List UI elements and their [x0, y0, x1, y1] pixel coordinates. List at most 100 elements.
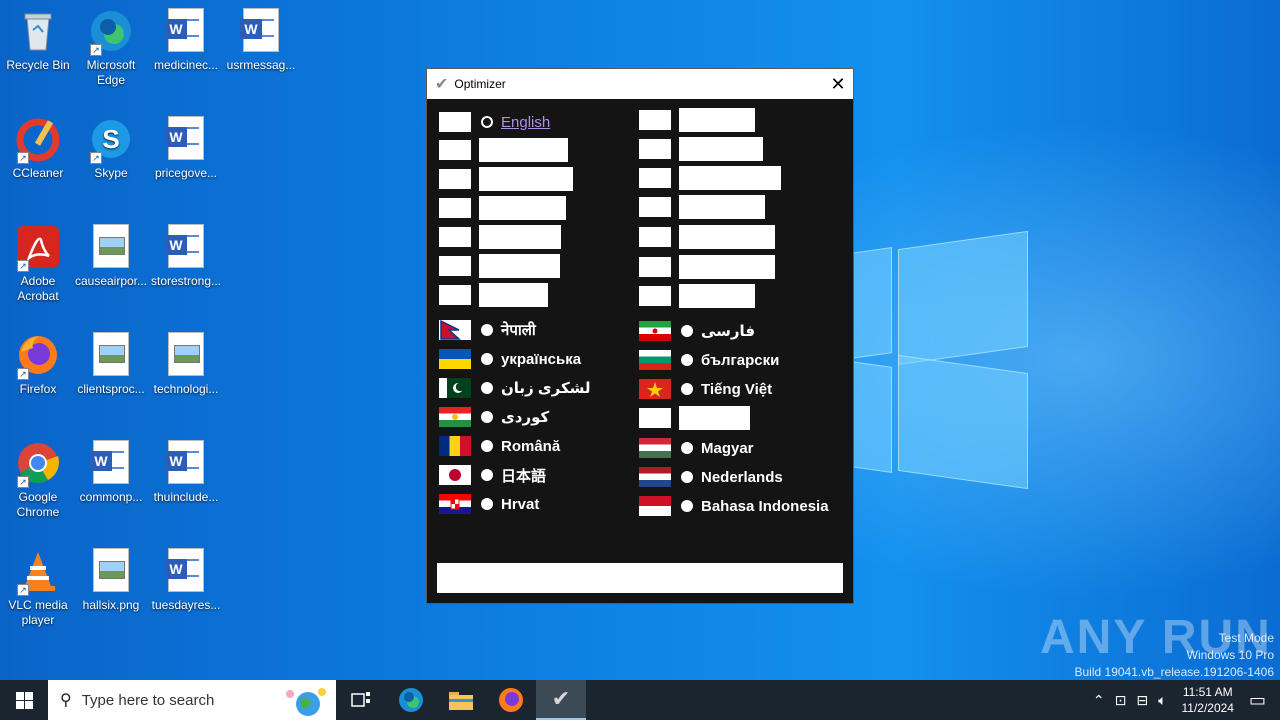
- desktop-icon-tuesdayres[interactable]: W tuesdayres...: [148, 548, 224, 613]
- language-option-hidden[interactable]: [639, 195, 765, 219]
- desktop-icon-pricegove[interactable]: W pricegove...: [148, 116, 224, 181]
- network-icon[interactable]: ⊟: [1136, 692, 1148, 709]
- desktop-icon-hallsix[interactable]: hallsix.png: [73, 548, 149, 613]
- desktop-icon-vlc[interactable]: ↗ VLC media player: [0, 548, 76, 628]
- language-option-persian[interactable]: فارسی: [639, 320, 755, 342]
- language-option-hidden[interactable]: [439, 225, 561, 249]
- clock[interactable]: 11:51 AM 11/2/2024: [1181, 684, 1234, 716]
- desktop-icon-storestrong[interactable]: W storestrong...: [148, 224, 224, 289]
- language-label: नेपाली: [501, 322, 536, 339]
- desktop-icon-acrobat[interactable]: ↗ Adobe Acrobat: [0, 224, 76, 304]
- language-option-hidden[interactable]: [439, 138, 568, 162]
- language-option-dutch[interactable]: Nederlands: [639, 466, 783, 488]
- language-option-hungarian[interactable]: Magyar: [639, 437, 754, 459]
- redacted-language-block: [679, 195, 765, 219]
- desktop-icon-usrmessag[interactable]: W usrmessag...: [223, 8, 299, 73]
- redacted-language-block: [679, 225, 775, 249]
- volume-icon[interactable]: 🔈︎: [1158, 692, 1166, 709]
- folder-icon: [449, 692, 473, 710]
- desktop-icon-skype[interactable]: S ↗ Skype: [73, 116, 149, 181]
- language-option-hidden[interactable]: [639, 137, 763, 161]
- task-view-button[interactable]: [336, 680, 386, 720]
- language-option-lashkari[interactable]: لشکری زبان: [439, 377, 591, 399]
- language-option-vietnamese[interactable]: Tiếng Việt: [639, 378, 772, 400]
- language-option-kurdish[interactable]: کوردی: [439, 406, 549, 428]
- language-option-croatian[interactable]: Hrvat: [439, 493, 539, 515]
- iran-flag-icon: [639, 321, 671, 341]
- language-label[interactable]: English: [501, 114, 550, 131]
- flag-placeholder: [639, 408, 671, 428]
- radio-button[interactable]: [481, 469, 493, 481]
- language-option-english[interactable]: English: [439, 111, 550, 133]
- taskbar-optimizer-button[interactable]: ✔: [536, 680, 586, 720]
- language-option-hidden[interactable]: [439, 167, 573, 191]
- language-option-hidden[interactable]: [639, 108, 755, 132]
- firefox-icon: [499, 688, 523, 712]
- language-option-hidden[interactable]: [639, 225, 775, 249]
- language-option-romanian[interactable]: Română: [439, 435, 560, 457]
- radio-button[interactable]: [481, 411, 493, 423]
- start-button[interactable]: [0, 680, 48, 720]
- radio-button[interactable]: [481, 353, 493, 365]
- desktop-icon-edge[interactable]: ↗ Microsoft Edge: [73, 8, 149, 88]
- taskbar-firefox-button[interactable]: [486, 680, 536, 720]
- image-file-icon: [88, 332, 134, 378]
- desktop-icon-chrome[interactable]: ↗ Google Chrome: [0, 440, 76, 520]
- desktop-icon-technologi[interactable]: technologi...: [148, 332, 224, 397]
- redacted-language-block: [479, 138, 568, 162]
- flag-placeholder: [439, 140, 471, 160]
- bulgaria-flag-icon: [639, 350, 671, 370]
- radio-button[interactable]: [681, 354, 693, 366]
- radio-button[interactable]: [481, 440, 493, 452]
- search-icon: ⚲: [60, 692, 72, 709]
- apply-bar[interactable]: [437, 563, 843, 593]
- desktop-icon-medicinec[interactable]: W medicinec...: [148, 8, 224, 73]
- redacted-language-block: [679, 255, 775, 279]
- radio-button[interactable]: [481, 498, 493, 510]
- language-option-hidden[interactable]: [639, 284, 755, 308]
- taskbar-edge-button[interactable]: [386, 680, 436, 720]
- radio-button[interactable]: [681, 325, 693, 337]
- language-option-nepali[interactable]: नेपाली: [439, 319, 536, 341]
- watermark-test-mode: Test Mode: [1218, 631, 1274, 645]
- radio-button[interactable]: [681, 383, 693, 395]
- svg-text:S: S: [102, 124, 119, 154]
- desktop-icon-recycle-bin[interactable]: Recycle Bin: [0, 8, 76, 73]
- flag-placeholder: [439, 256, 471, 276]
- search-box[interactable]: ⚲ Type here to search: [48, 680, 336, 720]
- flag-placeholder: [439, 285, 471, 305]
- meet-now-icon[interactable]: ⊡: [1115, 692, 1127, 709]
- language-option-hidden[interactable]: [439, 196, 566, 220]
- language-option-hidden[interactable]: [639, 255, 775, 279]
- language-option-bulgarian[interactable]: български: [639, 349, 779, 371]
- language-label: کوردی: [501, 409, 550, 426]
- language-option-hidden[interactable]: [439, 254, 560, 278]
- radio-button-selected[interactable]: [481, 116, 493, 128]
- language-option-hidden[interactable]: [439, 283, 548, 307]
- word-doc-icon: W: [163, 440, 209, 486]
- radio-button[interactable]: [681, 471, 693, 483]
- language-option-ukrainian[interactable]: українська: [439, 348, 581, 370]
- language-option-japanese[interactable]: 日本語: [439, 464, 546, 486]
- radio-button[interactable]: [481, 324, 493, 336]
- redacted-language-block: [479, 283, 548, 307]
- redacted-language-block: [479, 254, 560, 278]
- desktop-icon-ccleaner[interactable]: ↗ CCleaner: [0, 116, 76, 181]
- desktop-icon-commonp[interactable]: W commonp...: [73, 440, 149, 505]
- watermark-build: Build 19041.vb_release.191206-1406: [1074, 665, 1275, 679]
- desktop-icon-firefox[interactable]: ↗ Firefox: [0, 332, 76, 397]
- desktop-icon-causeairpor[interactable]: causeairpor...: [73, 224, 149, 289]
- language-option-hidden[interactable]: [639, 166, 781, 190]
- radio-button[interactable]: [681, 500, 693, 512]
- title-bar[interactable]: ✔ Optimizer ✕: [427, 69, 853, 99]
- desktop-icon-clientsproc[interactable]: clientsproc...: [73, 332, 149, 397]
- radio-button[interactable]: [481, 382, 493, 394]
- language-option-indonesian[interactable]: Bahasa Indonesia: [639, 495, 829, 517]
- radio-button[interactable]: [681, 442, 693, 454]
- notification-icon[interactable]: ▭: [1249, 690, 1266, 711]
- taskbar-file-explorer-button[interactable]: [436, 680, 486, 720]
- desktop-icon-thuinclude[interactable]: W thuinclude...: [148, 440, 224, 505]
- chevron-up-icon[interactable]: ⌃: [1093, 692, 1105, 709]
- close-button[interactable]: ✕: [823, 69, 853, 99]
- language-option-hidden[interactable]: [639, 406, 750, 430]
